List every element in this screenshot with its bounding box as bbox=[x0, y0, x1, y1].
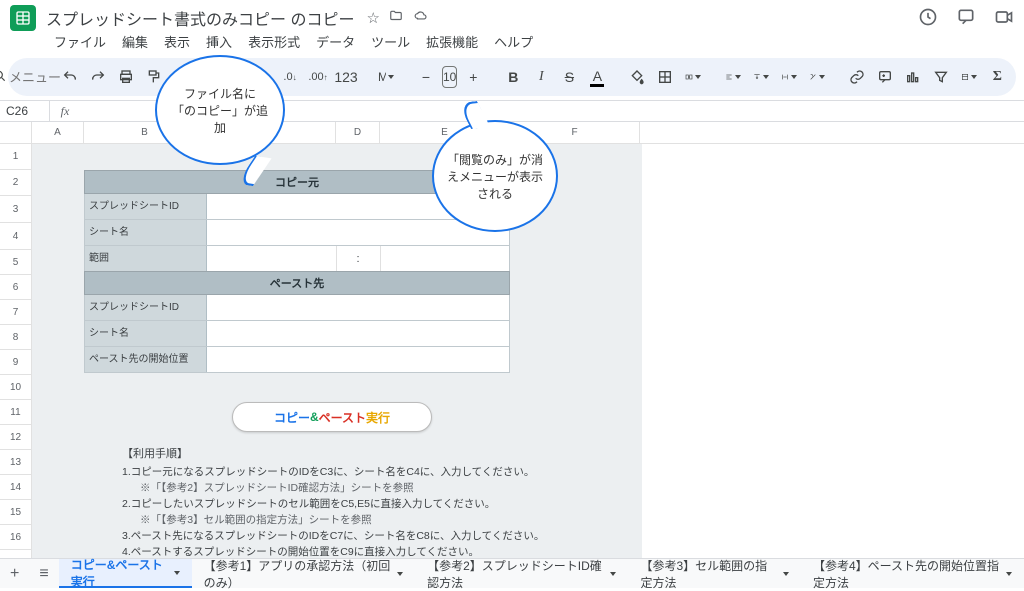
comment-button[interactable] bbox=[873, 64, 897, 90]
valign-button[interactable] bbox=[749, 64, 773, 90]
num-format-button[interactable]: 123 bbox=[334, 64, 358, 90]
link-button[interactable] bbox=[845, 64, 869, 90]
row-headers[interactable]: 12 34 56 78 910 1112 1314 1516 1718 1920… bbox=[0, 144, 32, 558]
fill-color-button[interactable] bbox=[625, 64, 649, 90]
menu-view[interactable]: 表示 bbox=[156, 30, 198, 53]
menu-file[interactable]: ファイル bbox=[46, 30, 114, 53]
font-size-input[interactable]: 10 bbox=[442, 66, 457, 88]
rotate-button[interactable] bbox=[805, 64, 829, 90]
tab-ref3[interactable]: 【参考3】セル範囲の指定方法 bbox=[628, 559, 801, 588]
functions-button[interactable]: Σ bbox=[985, 64, 1009, 90]
tab-ref1[interactable]: 【参考1】アプリの承認方法（初回のみ） bbox=[192, 559, 416, 588]
menu-search[interactable] bbox=[18, 64, 42, 90]
wrap-button[interactable] bbox=[777, 64, 801, 90]
select-all-cell[interactable] bbox=[0, 122, 32, 144]
sheets-logo bbox=[10, 5, 36, 31]
annotation-bubble-2: 「閲覧のみ」が消えメニューが表示される bbox=[432, 120, 558, 232]
label-range: 範囲 bbox=[85, 246, 207, 271]
menu-insert[interactable]: 挿入 bbox=[198, 30, 240, 53]
sheet-tab-bar: + ≡ コピー&ペースト実行 【参考1】アプリの承認方法（初回のみ） 【参考2】… bbox=[0, 558, 1024, 588]
dec-increase-button[interactable]: .00↑ bbox=[306, 64, 330, 90]
usage-text: 【利用手順】 1.コピー元になるスプレッドシートのIDをC3に、シート名をC4に… bbox=[122, 446, 544, 558]
menu-ext[interactable]: 拡張機能 bbox=[418, 30, 486, 53]
doc-title[interactable]: スプレッドシート書式のみコピー のコピー bbox=[46, 6, 354, 30]
tab-ref2[interactable]: 【参考2】スプレッドシートID確認方法 bbox=[415, 559, 628, 588]
filter-button[interactable] bbox=[929, 64, 953, 90]
label-paste-pos: ペースト先の開始位置 bbox=[85, 347, 207, 372]
history-icon[interactable] bbox=[918, 7, 938, 30]
font-size-dec[interactable]: − bbox=[414, 64, 438, 90]
menu-data[interactable]: データ bbox=[308, 30, 363, 53]
star-icon[interactable]: ☆ bbox=[366, 9, 379, 27]
merge-button[interactable] bbox=[681, 64, 705, 90]
undo-button[interactable] bbox=[58, 64, 82, 90]
copy-paste-exec-button[interactable]: コピー & ペースト 実行 bbox=[232, 402, 432, 432]
menu-tools[interactable]: ツール bbox=[363, 30, 418, 53]
all-sheets-button[interactable]: ≡ bbox=[29, 565, 58, 583]
print-button[interactable] bbox=[114, 64, 138, 90]
fx-icon: fx bbox=[50, 104, 80, 119]
menu-edit[interactable]: 編集 bbox=[114, 30, 156, 53]
borders-button[interactable] bbox=[653, 64, 677, 90]
cloud-icon[interactable] bbox=[412, 9, 430, 27]
label-sheet-src: シート名 bbox=[85, 220, 207, 245]
tab-exec[interactable]: コピー&ペースト実行 bbox=[59, 559, 192, 588]
redo-button[interactable] bbox=[86, 64, 110, 90]
meet-icon[interactable] bbox=[994, 7, 1014, 30]
chart-button[interactable] bbox=[901, 64, 925, 90]
annotation-bubble-1: ファイル名に 「のコピー」が追加 bbox=[155, 55, 285, 165]
move-folder-icon[interactable] bbox=[388, 9, 404, 27]
add-sheet-button[interactable]: + bbox=[0, 565, 29, 583]
menu-help[interactable]: ヘルプ bbox=[486, 30, 541, 53]
label-ssid-src: スプレッドシートID bbox=[85, 194, 207, 219]
search-icon bbox=[0, 69, 7, 86]
comments-icon[interactable] bbox=[956, 7, 976, 30]
section-paste-dest: ペースト先 bbox=[84, 271, 510, 295]
text-color-button[interactable]: A bbox=[585, 64, 609, 90]
font-size-inc[interactable]: + bbox=[461, 64, 485, 90]
name-box[interactable]: C26 bbox=[0, 101, 50, 121]
strike-button[interactable]: S bbox=[557, 64, 581, 90]
halign-button[interactable] bbox=[721, 64, 745, 90]
menu-bar: ファイル 編集 表示 挿入 表示形式 データ ツール 拡張機能 ヘルプ bbox=[0, 30, 1024, 54]
table-view-button[interactable] bbox=[957, 64, 981, 90]
label-ssid-dst: スプレッドシートID bbox=[85, 295, 207, 320]
menu-format[interactable]: 表示形式 bbox=[240, 30, 308, 53]
label-sheet-dst: シート名 bbox=[85, 321, 207, 346]
italic-button[interactable]: I bbox=[529, 64, 553, 90]
dec-decrease-button[interactable]: .0↓ bbox=[278, 64, 302, 90]
tab-ref4[interactable]: 【参考4】ペースト先の開始位置指定方法 bbox=[801, 559, 1024, 588]
bold-button[interactable]: B bbox=[501, 64, 525, 90]
font-select[interactable]: M PLU... bbox=[374, 64, 398, 90]
